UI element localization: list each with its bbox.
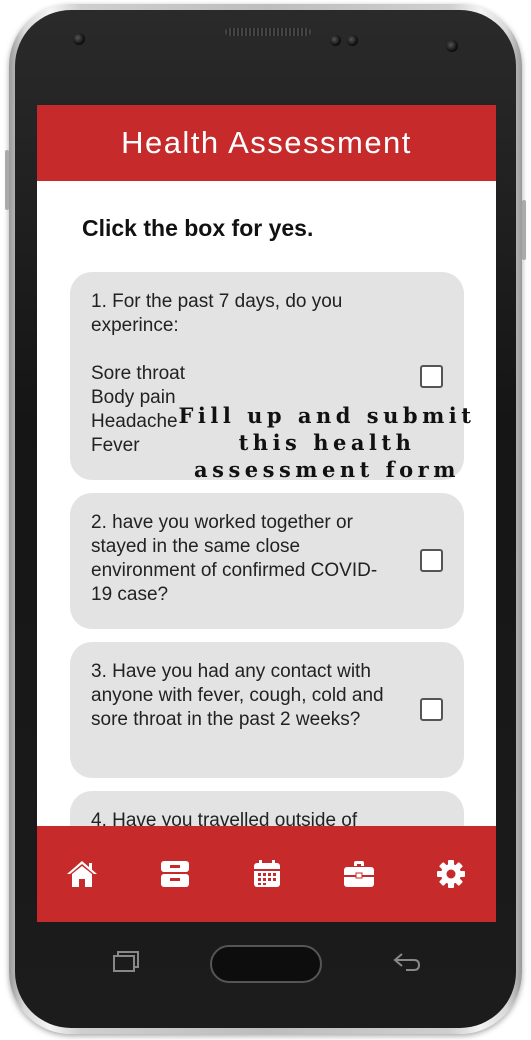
app-header: Health Assessment xyxy=(37,105,496,181)
symptom-item: Fever xyxy=(91,435,140,456)
nav-inbox-button[interactable] xyxy=(157,856,193,892)
question-text: 3. Have you had any contact with anyone … xyxy=(91,661,384,730)
app-screen: Health Assessment Click the box for yes.… xyxy=(37,105,496,922)
question-text: 2. have you worked together or stayed in… xyxy=(91,512,378,605)
volume-button xyxy=(5,150,9,210)
sensor-right xyxy=(347,35,358,46)
briefcase-icon xyxy=(344,861,374,887)
power-button xyxy=(522,200,526,260)
question-text: 1. For the past 7 days, do you experince… xyxy=(91,291,343,336)
bottom-navigation xyxy=(37,826,496,922)
overlay-caption: Fill up and submit this health assessmen… xyxy=(178,403,476,482)
sensor-left xyxy=(330,35,341,46)
nav-home-button[interactable] xyxy=(64,856,100,892)
symptom-item: Body pain xyxy=(91,387,176,408)
front-camera xyxy=(73,33,85,45)
back-icon[interactable] xyxy=(392,950,422,979)
yes-checkbox-1[interactable] xyxy=(420,365,443,388)
question-card-2: 2. have you worked together or stayed in… xyxy=(70,493,464,629)
recent-apps-icon[interactable] xyxy=(111,950,141,979)
symptom-item: Sore throat xyxy=(91,363,185,384)
question-card-3: 3. Have you had any contact with anyone … xyxy=(70,642,464,778)
page-title: Health Assessment xyxy=(121,125,412,160)
nav-briefcase-button[interactable] xyxy=(341,856,377,892)
earpiece-speaker xyxy=(225,28,311,36)
yes-checkbox-2[interactable] xyxy=(420,549,443,572)
home-icon xyxy=(67,861,97,887)
instruction-text: Click the box for yes. xyxy=(82,215,314,241)
symptom-list: Sore throat Body pain Headache Fever xyxy=(91,362,185,458)
nav-settings-button[interactable] xyxy=(433,856,469,892)
inbox-tray-icon xyxy=(161,861,189,887)
symptom-item: Headache xyxy=(91,411,178,432)
proximity-sensor xyxy=(446,40,458,52)
gear-icon xyxy=(437,860,465,888)
home-hardware-button[interactable] xyxy=(210,945,322,983)
calendar-icon xyxy=(254,860,280,887)
yes-checkbox-3[interactable] xyxy=(420,698,443,721)
nav-calendar-button[interactable] xyxy=(249,856,285,892)
